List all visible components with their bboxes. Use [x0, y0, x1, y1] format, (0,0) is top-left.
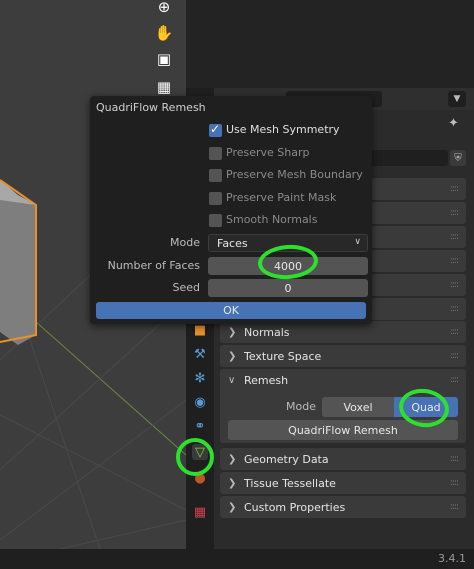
chevron-right-icon: ❯	[228, 350, 237, 362]
quadriflow-dialog: QuadriFlow Remesh Use Mesh Symmetry Pres…	[90, 96, 372, 324]
smooth-normals-label: Smooth Normals	[226, 213, 318, 226]
use-mesh-symmetry-checkbox[interactable]	[209, 122, 222, 137]
constraints-icon[interactable]: ⚭	[192, 418, 208, 434]
zoom-icon[interactable]: ⊕	[153, 0, 175, 18]
chevron-right-icon: ❯	[228, 501, 237, 513]
grid-icon[interactable]: ▦	[153, 76, 175, 98]
drag-handle-icon[interactable]: ::::	[450, 375, 459, 385]
preserve-paint-mask-label: Preserve Paint Mask	[226, 191, 337, 204]
drag-handle-icon[interactable]: ::::	[450, 502, 459, 512]
preserve-sharp-checkbox[interactable]	[209, 147, 222, 160]
physics-icon[interactable]: ◉	[192, 394, 208, 410]
pan-hand-icon[interactable]: ✋	[153, 22, 175, 44]
texture-icon[interactable]: ▦	[192, 504, 208, 520]
annotation-circle-mesh-tab	[176, 438, 214, 476]
pin-icon[interactable]: ✦	[448, 116, 459, 131]
drag-handle-icon[interactable]: ::::	[450, 351, 459, 361]
mode-label: Mode	[170, 236, 200, 249]
drag-handle-icon[interactable]: ::::	[450, 454, 459, 464]
preserve-mesh-boundary-checkbox[interactable]	[209, 169, 222, 182]
seed-label: Seed	[172, 281, 201, 294]
preserve-paint-mask-checkbox[interactable]	[209, 192, 222, 205]
remesh-mode-label: Mode	[286, 400, 316, 413]
status-bar: 3.4.1	[0, 549, 474, 569]
panel-normals[interactable]: ❯ Normals ::::	[220, 321, 466, 343]
drag-handle-icon[interactable]: ::::	[450, 327, 459, 337]
chevron-down-icon: ∨	[354, 237, 361, 247]
panel-custom-properties[interactable]: ❯ Custom Properties ::::	[220, 496, 466, 518]
drag-handle-icon[interactable]: ::::	[450, 478, 459, 488]
panel-geometry-data[interactable]: ❯ Geometry Data ::::	[220, 448, 466, 470]
preserve-sharp-label: Preserve Sharp	[226, 146, 310, 159]
chevron-right-icon: ❯	[228, 453, 237, 465]
preserve-mesh-boundary-label: Preserve Mesh Boundary	[226, 168, 363, 181]
panel-remesh-header[interactable]: ∨ Remesh ::::	[220, 369, 466, 391]
version-label: 3.4.1	[438, 552, 466, 565]
mode-dropdown-value: Faces	[217, 236, 248, 250]
particles-icon[interactable]: ✻	[192, 370, 208, 386]
wrench-modifier-icon[interactable]: ⚒	[192, 346, 208, 362]
shield-icon[interactable]: ⛨	[450, 150, 466, 166]
cube-side-face	[0, 180, 36, 345]
chevron-down-icon[interactable]: ▼	[448, 91, 466, 107]
chevron-right-icon: ❯	[228, 477, 237, 489]
object-tab-icon[interactable]: ■	[192, 322, 208, 338]
camera-icon[interactable]: ▣	[153, 48, 175, 70]
use-mesh-symmetry-label: Use Mesh Symmetry	[226, 123, 340, 136]
remesh-voxel-button[interactable]: Voxel	[322, 397, 394, 417]
chevron-right-icon: ❯	[228, 326, 237, 338]
panel-texture-space[interactable]: ❯ Texture Space ::::	[220, 345, 466, 367]
chevron-down-icon: ∨	[228, 374, 236, 386]
panel-tissue-tessellate[interactable]: ❯ Tissue Tessellate ::::	[220, 472, 466, 494]
smooth-normals-checkbox[interactable]	[209, 214, 222, 227]
outliner-area	[186, 0, 474, 88]
dialog-title: QuadriFlow Remesh	[96, 101, 206, 114]
number-of-faces-label: Number of Faces	[107, 259, 200, 272]
ok-button[interactable]: OK	[96, 302, 366, 319]
seed-field[interactable]: 0	[208, 279, 368, 297]
